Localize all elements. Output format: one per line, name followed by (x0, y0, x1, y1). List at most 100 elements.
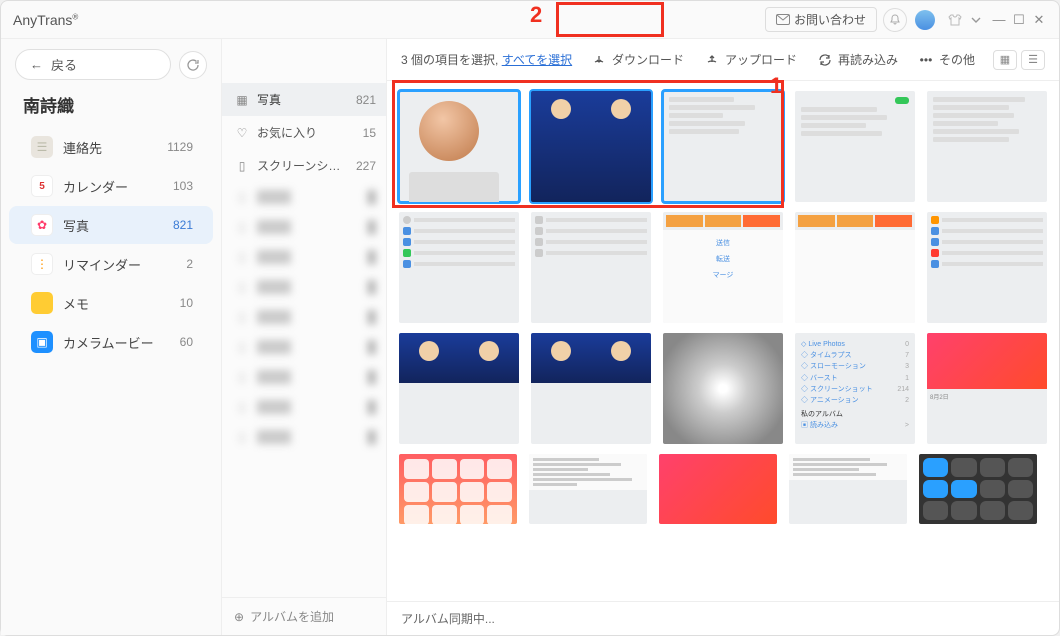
album-column: ▦ 写真 821 ♡ お気に入り 15 ▯ スクリーンショ... 227 (222, 39, 387, 635)
grid-icon: ▦ (234, 93, 250, 107)
list-view-button[interactable]: ☰ (1021, 50, 1045, 70)
bell-icon[interactable] (883, 8, 907, 32)
photo-thumb[interactable] (659, 454, 777, 524)
reminders-icon: ⋮ (36, 257, 48, 271)
download-button[interactable]: ダウンロード (583, 47, 692, 72)
phone-icon: ▯ (234, 159, 250, 173)
nav-label: カレンダー (63, 177, 173, 196)
photo-thumb[interactable] (795, 212, 915, 323)
select-all-link[interactable]: すべてを選択 (502, 53, 572, 67)
photo-thumb[interactable] (399, 91, 519, 202)
photo-thumb[interactable] (927, 91, 1047, 202)
close-button[interactable]: ✕ (1031, 12, 1047, 28)
selection-info: 3 個の項目を選択, すべてを選択 (401, 51, 572, 68)
back-label: 戻る (51, 55, 77, 74)
status-bar: アルバム同期中... (387, 601, 1059, 635)
photo-thumb[interactable] (531, 91, 651, 202)
photo-thumb[interactable] (789, 454, 907, 524)
toolbar: 3 個の項目を選択, すべてを選択 ダウンロード アップロード 再読み込み (387, 39, 1059, 81)
more-label: その他 (939, 51, 975, 68)
photo-thumb[interactable] (399, 454, 517, 524)
plus-icon: ⊕ (234, 610, 244, 624)
reload-label: 再読み込み (838, 51, 898, 68)
sidebar-item-notes[interactable]: メモ 10 (9, 284, 213, 322)
sidebar-item-calendar[interactable]: 5 カレンダー 103 (9, 167, 213, 205)
calendar-icon: 5 (39, 181, 45, 192)
reload-icon (817, 52, 833, 68)
album-item-photos[interactable]: ▦ 写真 821 (222, 83, 386, 116)
nav-label: リマインダー (63, 255, 186, 274)
photo-thumb[interactable]: ◇ Live Photos0 ◇ タイムラプス7 ◇ スローモーション3 ◇ バ… (795, 333, 915, 444)
upload-label: アップロード (725, 51, 797, 68)
theme-icon[interactable] (943, 8, 967, 32)
sidebar-item-contacts[interactable]: ☰ 連絡先 1129 (9, 128, 213, 166)
album-count: 15 (363, 126, 376, 140)
sidebar: ← 戻る 南詩織 ☰ 連絡先 1129 5 カレンダー 103 (1, 39, 221, 635)
album-label: 写真 (257, 91, 349, 108)
nav-count: 10 (180, 296, 193, 310)
photo-area: 3 個の項目を選択, すべてを選択 ダウンロード アップロード 再読み込み (387, 39, 1059, 635)
reload-button[interactable]: 再読み込み (809, 47, 906, 72)
grid-view-button[interactable]: ▦ (993, 50, 1017, 70)
photo-thumb[interactable]: 8月2日 (927, 333, 1047, 444)
camera-icon: ▣ (36, 335, 47, 349)
nav-count: 2 (186, 257, 193, 271)
photo-thumb[interactable] (531, 212, 651, 323)
sidebar-nav: ☰ 連絡先 1129 5 カレンダー 103 ✿ 写真 821 ⋮ リマインダー (1, 127, 221, 635)
download-label: ダウンロード (612, 51, 684, 68)
album-label: お気に入り (257, 124, 356, 141)
album-count: 821 (356, 93, 376, 107)
download-icon (591, 52, 607, 68)
titlebar: AnyTrans® お問い合わせ — ☐ ✕ (1, 1, 1059, 39)
nav-label: メモ (63, 294, 180, 313)
add-album-button[interactable]: ⊕ アルバムを追加 (222, 597, 386, 635)
more-button[interactable]: ••• その他 (910, 47, 983, 72)
upload-button[interactable]: アップロード (696, 47, 805, 72)
nav-label: 連絡先 (63, 138, 167, 157)
photo-thumb[interactable] (399, 333, 519, 444)
sync-status: アルバム同期中... (401, 610, 495, 627)
contacts-icon: ☰ (37, 140, 48, 154)
nav-count: 1129 (167, 140, 193, 154)
contact-label: お問い合わせ (794, 11, 866, 28)
photo-thumb[interactable] (531, 333, 651, 444)
back-button[interactable]: ← 戻る (15, 49, 171, 80)
album-label: スクリーンショ... (257, 157, 349, 174)
nav-count: 103 (173, 179, 193, 193)
photo-thumb[interactable] (663, 91, 783, 202)
refresh-button[interactable] (179, 51, 207, 79)
album-item-favorites[interactable]: ♡ お気に入り 15 (222, 116, 386, 149)
maximize-button[interactable]: ☐ (1011, 12, 1027, 28)
photo-grid[interactable]: 送信転送マージ ◇ Live Photos0 ◇ タイムラプス7 ◇ スローモー… (387, 81, 1059, 601)
photo-thumb[interactable] (399, 212, 519, 323)
arrow-left-icon: ← (30, 57, 43, 72)
photo-thumb[interactable]: 送信転送マージ (663, 212, 783, 323)
album-item-screenshots[interactable]: ▯ スクリーンショ... 227 (222, 149, 386, 182)
more-icon: ••• (918, 52, 934, 68)
device-name: 南詩織 (1, 92, 221, 127)
photos-icon: ✿ (37, 218, 47, 232)
photo-thumb[interactable] (919, 454, 1037, 524)
nav-count: 60 (180, 335, 193, 349)
nav-label: カメラムービー (63, 333, 180, 352)
app-title: AnyTrans® (13, 12, 78, 28)
nav-count: 821 (173, 218, 193, 232)
sidebar-item-reminders[interactable]: ⋮ リマインダー 2 (9, 245, 213, 283)
album-count: 227 (356, 159, 376, 173)
contact-button[interactable]: お問い合わせ (765, 7, 877, 32)
user-avatar[interactable] (913, 8, 937, 32)
add-album-label: アルバムを追加 (250, 608, 334, 625)
sidebar-item-videos[interactable]: ▣ カメラムービー 60 (9, 323, 213, 361)
app-window: AnyTrans® お問い合わせ — ☐ ✕ ← 戻る (0, 0, 1060, 636)
photo-thumb[interactable] (795, 91, 915, 202)
nav-label: 写真 (63, 216, 173, 235)
photo-thumb[interactable] (927, 212, 1047, 323)
sidebar-item-photos[interactable]: ✿ 写真 821 (9, 206, 213, 244)
upload-icon (704, 52, 720, 68)
chevron-down-icon[interactable] (971, 17, 987, 23)
photo-thumb[interactable] (663, 333, 783, 444)
heart-icon: ♡ (234, 126, 250, 140)
photo-thumb[interactable] (529, 454, 647, 524)
minimize-button[interactable]: — (991, 12, 1007, 27)
content: ▦ 写真 821 ♡ お気に入り 15 ▯ スクリーンショ... 227 (221, 39, 1059, 635)
